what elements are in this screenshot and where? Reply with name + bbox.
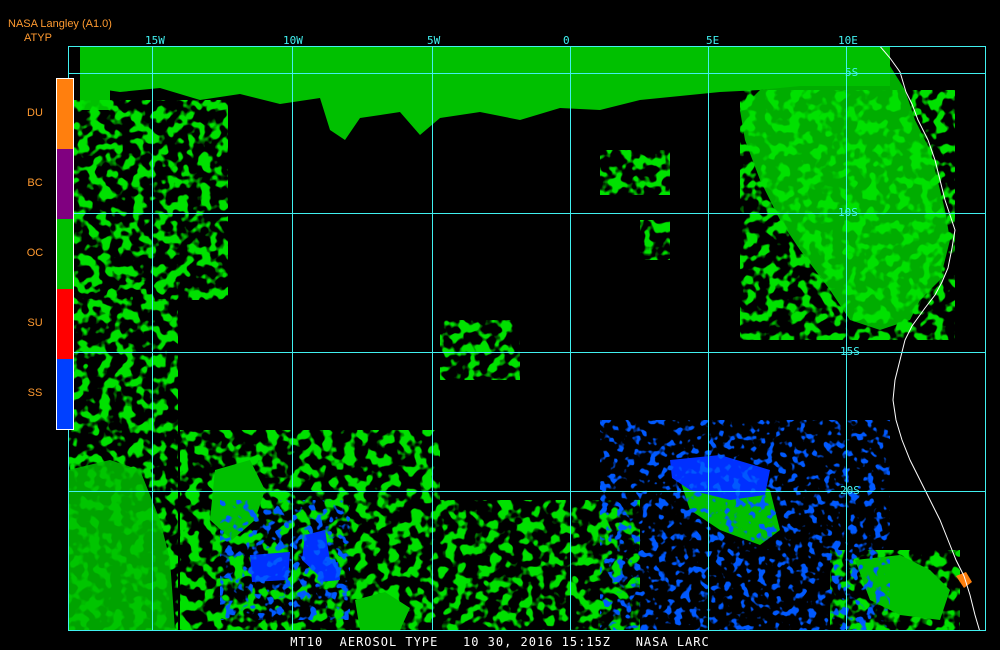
- lon-label: 10W: [283, 34, 303, 47]
- map-caption: MT10 AEROSOL TYPE 10 30, 2016 15:15Z NAS…: [290, 635, 710, 649]
- legend-label-ss: SS: [27, 387, 43, 399]
- legend-swatch-su: [57, 289, 73, 359]
- legend-colorbar: [56, 78, 74, 430]
- legend-swatch-oc: [57, 219, 73, 289]
- legend-swatch-du: [57, 79, 73, 149]
- lon-label: 10E: [838, 34, 858, 47]
- lon-label: 5E: [706, 34, 720, 47]
- lat-label: 20S: [840, 484, 860, 497]
- lat-label: 15S: [840, 345, 860, 358]
- legend-label-oc: OC: [26, 247, 44, 259]
- legend-label-du: DU: [27, 107, 43, 119]
- legend-swatch-bc: [57, 149, 73, 219]
- lon-label: 15W: [145, 34, 165, 47]
- lon-label: 0: [563, 34, 570, 47]
- aerosol-map: [68, 46, 986, 631]
- legend-swatch-ss: [57, 359, 73, 429]
- lat-label: 10S: [838, 206, 858, 219]
- lon-label: 5W: [427, 34, 441, 47]
- legend-label-su: SU: [27, 317, 43, 329]
- legend-label-bc: BC: [27, 177, 43, 189]
- oc-coastal-east: [740, 66, 955, 340]
- lat-label: 5S: [845, 66, 859, 79]
